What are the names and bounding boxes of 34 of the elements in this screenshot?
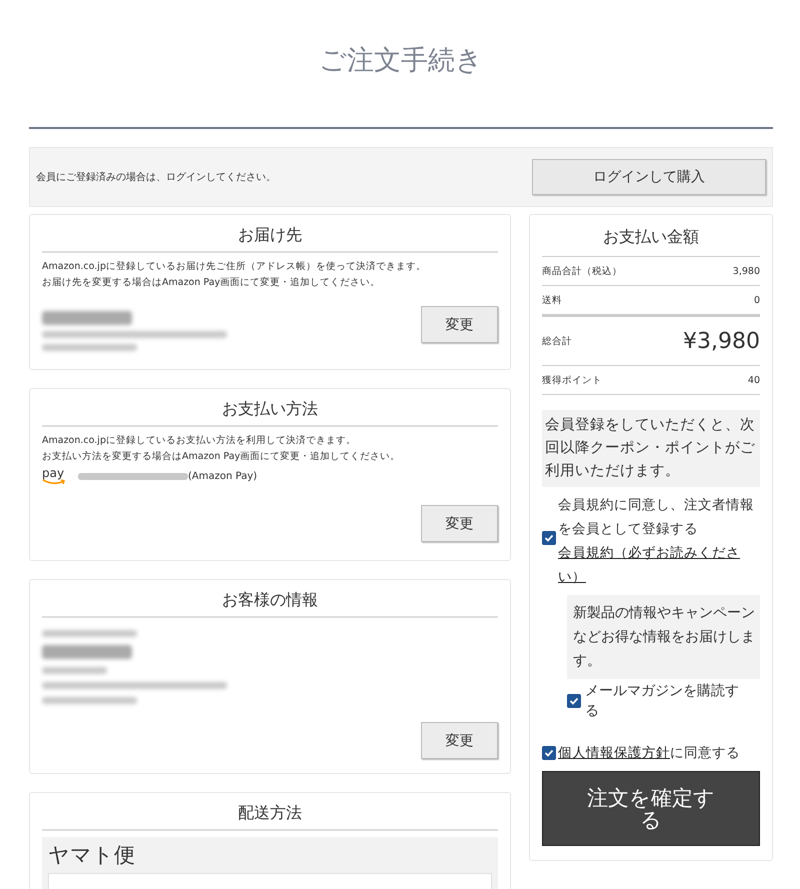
note-text: Amazon.co.jpに登録しているお届け先ご住所（アドレス帳）を使って決済できます。 <box>42 260 427 274</box>
carrier-name: ヤマト便 <box>48 842 136 869</box>
summary-label: 送料 <box>542 294 562 306</box>
summary-label: 獲得ポイント <box>542 374 602 386</box>
page-title: ご注文手続き <box>318 44 484 78</box>
summary-label: 総合計 <box>542 334 572 348</box>
privacy-link[interactable]: 個人情報保護方針 <box>558 745 670 761</box>
checkbox-label: 会員規約に同意し、注文者情報を会員として登録する <box>558 496 755 539</box>
newsletter-note: 新製品の情報やキャンペーンなどお得な情報をお届けします。 <box>567 595 760 679</box>
checkbox-label: 個人情報保護方針に同意する <box>558 744 740 763</box>
payment-method-text: (Amazon Pay) <box>188 470 258 482</box>
change-button[interactable]: 変更 <box>421 306 498 343</box>
note-text: Amazon.co.jpに登録しているお支払い方法を利用して決済できます。 <box>42 434 357 448</box>
checkbox-label: メールマガジンを購読する <box>584 682 740 721</box>
summary-value: 40 <box>748 374 760 386</box>
change-button[interactable]: 変更 <box>421 505 498 542</box>
summary-value: 3,980 <box>732 266 760 276</box>
section-title: お支払い金額 <box>542 215 760 257</box>
summary-label: 商品合計（税込） <box>542 264 622 278</box>
summary-value: ¥3,980 <box>683 328 760 354</box>
section-title: お客様の情報 <box>42 580 498 618</box>
section-title: お届け先 <box>42 215 498 253</box>
login-button[interactable]: ログインして購入 <box>532 159 766 195</box>
login-message: 会員にご登録済みの場合は、ログインしてください。 <box>36 170 276 184</box>
note-text: お支払い方法を変更する場合はAmazon Pay画面にて変更・追加してください。 <box>42 450 402 464</box>
section-title: 配送方法 <box>42 793 498 831</box>
pay-logo: pay <box>42 467 66 485</box>
terms-link[interactable]: 会員規約（必ずお読みください） <box>558 541 760 589</box>
member-note: 会員登録をしていただくと、次回以降クーポン・ポイントがご利用いただけます。 <box>542 410 760 487</box>
confirm-order-button[interactable]: 注文を確定する <box>542 771 760 846</box>
summary-value: 0 <box>754 294 760 306</box>
section-title: お支払い方法 <box>42 389 498 427</box>
change-button[interactable]: 変更 <box>421 722 498 759</box>
note-text: お届け先を変更する場合はAmazon Pay画面にて変更・追加してください。 <box>42 276 382 290</box>
